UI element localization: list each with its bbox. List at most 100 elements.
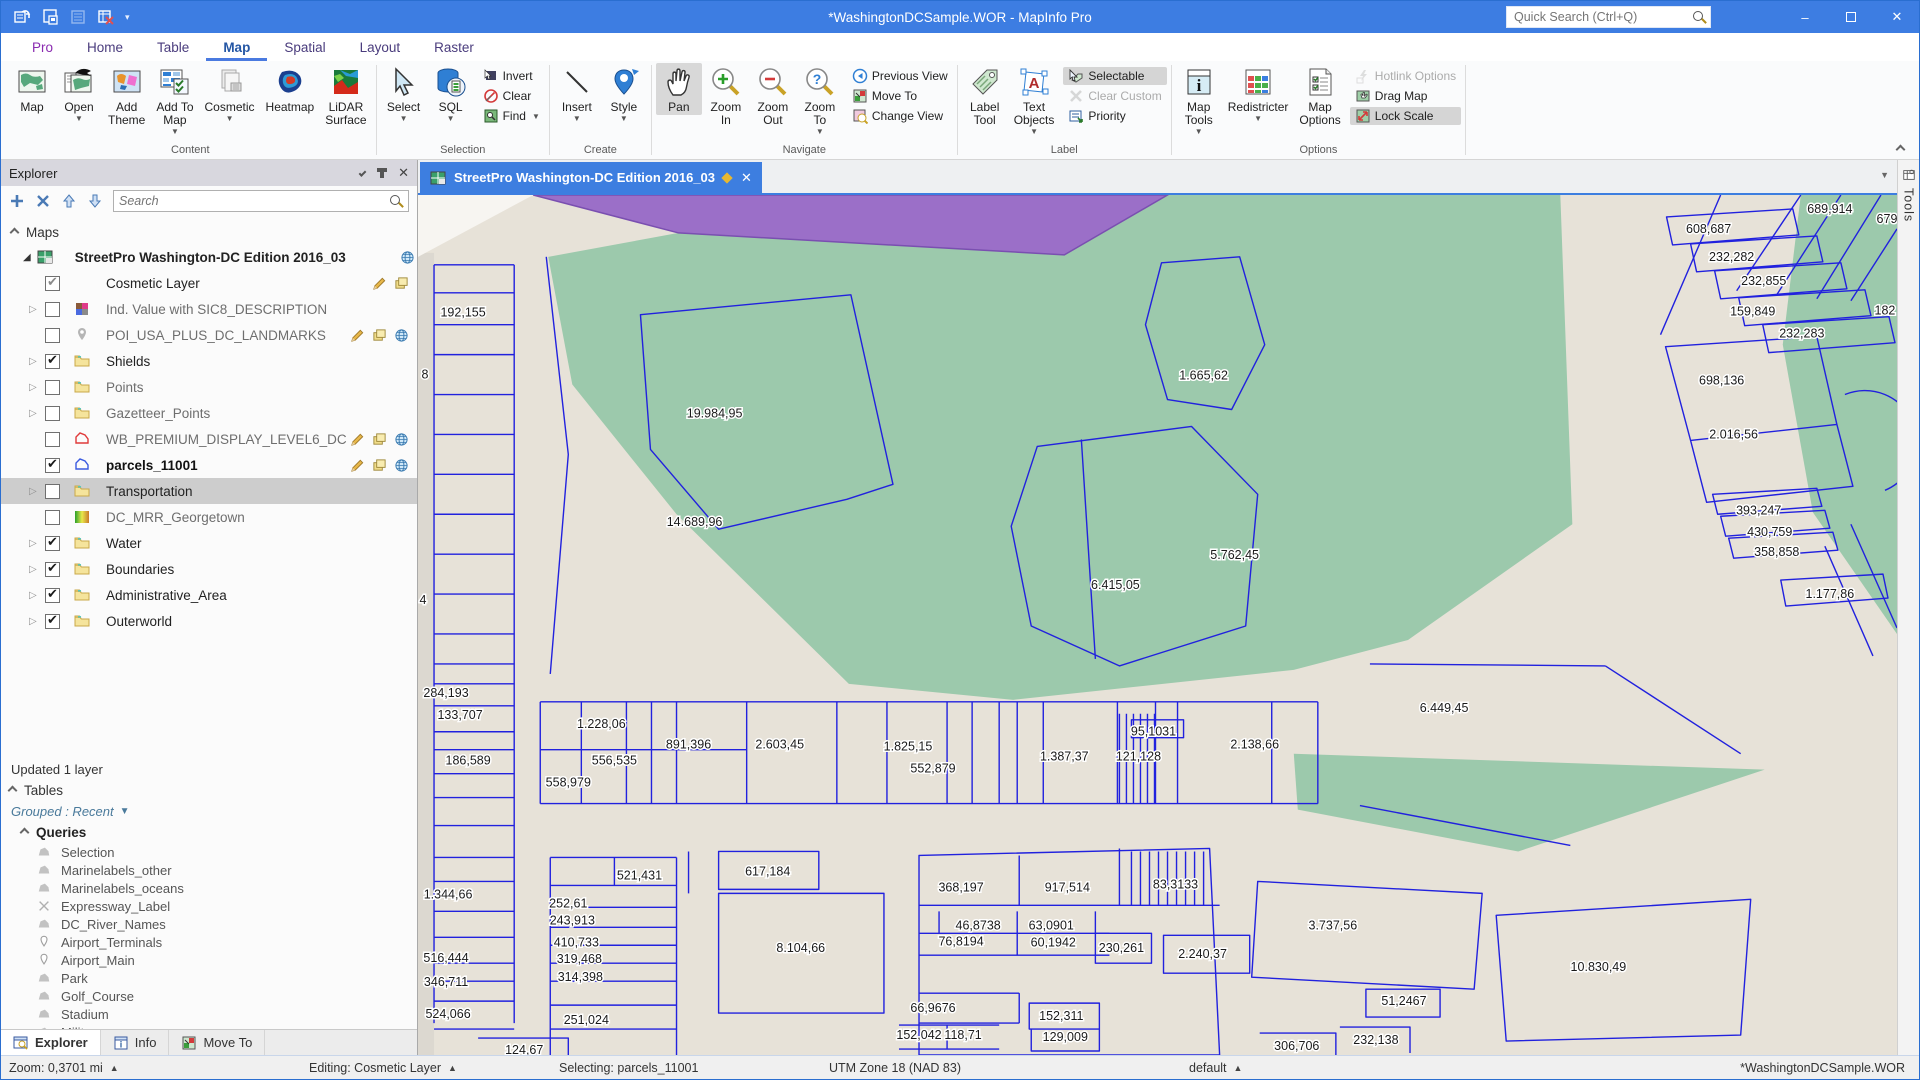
layer-label[interactable]: DC_MRR_Georgetown	[106, 510, 245, 525]
layer-row[interactable]: ▷Gazetteer_Points	[1, 400, 417, 426]
map-canvas[interactable]: 192,15584689,914679608,687232,282232,855…	[418, 195, 1897, 1055]
query-item[interactable]: Airport_Terminals	[1, 933, 417, 951]
layer-row[interactable]: WB_PREMIUM_DISPLAY_LEVEL6_DC	[1, 426, 417, 452]
layer-label[interactable]: Outerworld	[106, 614, 172, 629]
move-to-button[interactable]: Move To	[847, 87, 953, 105]
status-editing[interactable]: Editing: Cosmetic Layer▲	[309, 1061, 559, 1075]
layer-label[interactable]: Water	[106, 536, 142, 551]
pencil-icon[interactable]	[350, 328, 365, 343]
expand-icon[interactable]: ▷	[29, 382, 45, 393]
layer-visibility-checkbox[interactable]	[45, 328, 60, 343]
dropdown-arrow-icon[interactable]: ▼	[1254, 115, 1262, 123]
query-item[interactable]: Stadium	[1, 1005, 417, 1023]
dropdown-arrow-icon[interactable]: ▼	[532, 112, 540, 121]
globe-icon[interactable]	[400, 250, 415, 265]
expand-icon[interactable]: ▷	[29, 564, 45, 575]
layer-label[interactable]: parcels_11001	[106, 458, 198, 473]
layer-row[interactable]: Cosmetic Layer	[1, 270, 417, 296]
grouped-dropdown-icon[interactable]: ▼	[120, 806, 130, 817]
layer-visibility-checkbox[interactable]	[45, 588, 60, 603]
layer-label[interactable]: Shields	[106, 354, 150, 369]
new-workspace-icon[interactable]	[13, 8, 31, 26]
expand-icon[interactable]: ▷	[29, 538, 45, 549]
dropdown-arrow-icon[interactable]: ▼	[1195, 128, 1203, 136]
remove-icon[interactable]	[35, 193, 51, 209]
maximize-button[interactable]	[1829, 2, 1873, 32]
heatmap-button[interactable]: Heatmap	[261, 63, 320, 115]
editing-dropup-icon[interactable]: ▲	[448, 1063, 457, 1073]
status-style[interactable]: default▲	[1189, 1061, 1242, 1075]
status-projection[interactable]: UTM Zone 18 (NAD 83)	[829, 1061, 1189, 1075]
panel-tab-move-to[interactable]: Move To	[169, 1030, 265, 1055]
dropdown-arrow-icon[interactable]: ▼	[226, 115, 234, 123]
style-dropup-icon[interactable]: ▲	[1234, 1063, 1243, 1073]
quick-search-input[interactable]	[1514, 10, 1693, 24]
qat-customize-dropdown[interactable]: ▾	[125, 12, 130, 23]
change-view-button[interactable]: Change View	[847, 107, 953, 125]
ribbon-tab-table[interactable]: Table	[140, 36, 206, 61]
priority-button[interactable]: Priority	[1063, 107, 1166, 125]
layer-visibility-checkbox[interactable]	[45, 380, 60, 395]
add-theme-button[interactable]: Add Theme	[103, 63, 150, 128]
layer-visibility-checkbox[interactable]	[45, 276, 60, 291]
ribbon-tab-home[interactable]: Home	[70, 36, 140, 61]
layer-row[interactable]: ▷Ind. Value with SIC8_DESCRIPTION	[1, 296, 417, 322]
layer-label[interactable]: Cosmetic Layer	[106, 276, 200, 291]
layer-label[interactable]: Boundaries	[106, 562, 174, 577]
layer-search-icon[interactable]	[390, 195, 403, 208]
layer-label[interactable]: Points	[106, 380, 144, 395]
query-item[interactable]: Marinelabels_oceans	[1, 879, 417, 897]
layer-label[interactable]: Gazetteer_Points	[106, 406, 210, 421]
layer-label[interactable]: POI_USA_PLUS_DC_LANDMARKS	[106, 328, 326, 343]
tab-list-dropdown-icon[interactable]: ▼	[1880, 170, 1889, 180]
collapse-tables-icon[interactable]	[8, 785, 18, 795]
clear-button[interactable]: Clear	[478, 87, 545, 105]
layers-icon[interactable]	[372, 458, 387, 473]
cosmetic-button[interactable]: Cosmetic▼	[200, 63, 260, 124]
query-item[interactable]: Selection	[1, 843, 417, 861]
search-icon[interactable]	[1693, 11, 1706, 24]
layer-row[interactable]: ▷ Boundaries	[1, 556, 417, 582]
sql-button[interactable]: SQL▼	[428, 63, 474, 124]
collapse-ribbon-icon[interactable]	[1897, 141, 1911, 153]
queries-section-header[interactable]: Queries	[1, 821, 417, 843]
query-item[interactable]: Marinelabels_other	[1, 861, 417, 879]
layer-visibility-checkbox[interactable]	[45, 406, 60, 421]
dropdown-arrow-icon[interactable]: ▼	[816, 128, 824, 136]
pencil-icon[interactable]	[350, 432, 365, 447]
zoom-in-button[interactable]: Zoom In	[703, 63, 749, 128]
globe-icon[interactable]	[394, 458, 409, 473]
layer-row[interactable]: ▷ Shields	[1, 348, 417, 374]
zoom-dropup-icon[interactable]: ▲	[110, 1063, 119, 1073]
layer-row[interactable]: ▷Outerworld	[1, 608, 417, 634]
globe-icon[interactable]	[394, 432, 409, 447]
layer-visibility-checkbox[interactable]	[45, 510, 60, 525]
open-button[interactable]: Open▼	[56, 63, 102, 124]
dropdown-arrow-icon[interactable]: ▼	[1030, 128, 1038, 136]
layers-icon[interactable]	[372, 432, 387, 447]
zoom-to-button[interactable]: ?Zoom To▼	[797, 63, 843, 137]
grouped-by-selector[interactable]: Grouped : Recent ▼	[1, 802, 417, 821]
expanded-icon[interactable]: ◢	[23, 252, 31, 263]
panel-tab-info[interactable]: iInfo	[101, 1030, 170, 1055]
collapse-queries-icon[interactable]	[20, 827, 30, 837]
add-to-map-button[interactable]: Add To Map▼	[151, 63, 198, 137]
layer-search-box[interactable]	[113, 190, 409, 212]
map-tools-button[interactable]: iMap Tools▼	[1176, 63, 1222, 137]
layer-label[interactable]: Transportation	[106, 484, 193, 499]
expand-icon[interactable]: ▷	[29, 356, 45, 367]
insert-button[interactable]: Insert▼	[554, 63, 600, 124]
select-button[interactable]: Select▼	[381, 63, 427, 124]
dropdown-arrow-icon[interactable]: ▼	[447, 115, 455, 123]
save-workspace-icon[interactable]	[41, 8, 59, 26]
expand-icon[interactable]: ▷	[29, 590, 45, 601]
query-item[interactable]: Expressway_Label	[1, 897, 417, 915]
query-item[interactable]: Park	[1, 969, 417, 987]
map-tab-close-icon[interactable]: ✕	[741, 170, 752, 186]
query-item[interactable]: Military	[1, 1023, 417, 1029]
layer-row[interactable]: ▷ Water	[1, 530, 417, 556]
zoom-out-button[interactable]: Zoom Out	[750, 63, 796, 128]
layer-search-input[interactable]	[119, 194, 390, 208]
layers-icon[interactable]	[372, 328, 387, 343]
pencil-icon[interactable]	[350, 458, 365, 473]
